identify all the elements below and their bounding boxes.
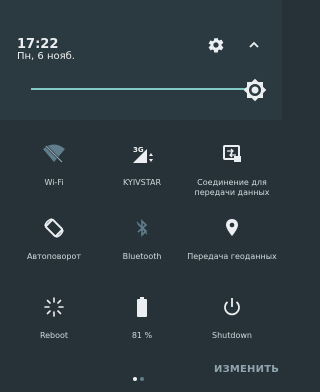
tile-label: Bluetooth bbox=[122, 252, 162, 261]
power-icon bbox=[224, 298, 240, 316]
tile-auto-rotate[interactable]: Автоповорот bbox=[9, 215, 99, 262]
tile-reboot[interactable]: Reboot bbox=[9, 294, 99, 341]
tile-shutdown[interactable]: Shutdown bbox=[187, 294, 277, 341]
bluetooth-icon bbox=[136, 219, 148, 237]
edit-button[interactable]: ИЗМЕНИТЬ bbox=[214, 364, 279, 375]
cell-signal-icon: 3G bbox=[133, 146, 153, 163]
tile-label: KYIVSTAR bbox=[122, 178, 162, 187]
tile-label: Shutdown bbox=[212, 331, 252, 340]
tile-data-connection[interactable]: Соединение для передачи данных bbox=[187, 141, 277, 198]
page-dot[interactable] bbox=[140, 377, 144, 381]
location-icon bbox=[226, 219, 238, 236]
brightness-slider[interactable] bbox=[31, 88, 247, 90]
tile-label: Reboot bbox=[39, 331, 69, 340]
status-time: 17:22 bbox=[17, 37, 59, 52]
quick-settings-panel: 17:22 Пн, 6 нояб. Wi-Fi 3G KYIVSTAR Соед… bbox=[0, 0, 282, 392]
tile-label: Автоповорот bbox=[26, 252, 82, 261]
tile-mobile-network[interactable]: 3G KYIVSTAR bbox=[97, 141, 187, 188]
status-date: Пн, 6 нояб. bbox=[17, 51, 75, 62]
data-connection-icon bbox=[223, 145, 241, 162]
reboot-icon bbox=[44, 297, 64, 317]
page-dot-active[interactable] bbox=[133, 377, 137, 381]
tile-label: Wi-Fi bbox=[44, 178, 64, 187]
network-type: 3G bbox=[133, 146, 144, 154]
battery-icon bbox=[137, 297, 147, 317]
page-indicator bbox=[133, 366, 147, 385]
tile-label: Передача геоданных bbox=[187, 252, 277, 261]
gear-icon[interactable] bbox=[207, 36, 225, 54]
tile-label: 81 % bbox=[131, 331, 153, 340]
auto-rotate-icon bbox=[44, 218, 64, 238]
tile-wifi[interactable]: Wi-Fi bbox=[9, 141, 99, 188]
tile-location[interactable]: Передача геоданных bbox=[187, 215, 277, 262]
brightness-icon[interactable] bbox=[243, 78, 267, 102]
chevron-up-icon[interactable] bbox=[247, 39, 261, 51]
tile-bluetooth[interactable]: Bluetooth bbox=[97, 215, 187, 262]
tile-battery[interactable]: 81 % bbox=[97, 294, 187, 341]
tile-label: Соединение для передачи данных bbox=[194, 178, 270, 197]
wifi-off-icon bbox=[43, 144, 65, 163]
